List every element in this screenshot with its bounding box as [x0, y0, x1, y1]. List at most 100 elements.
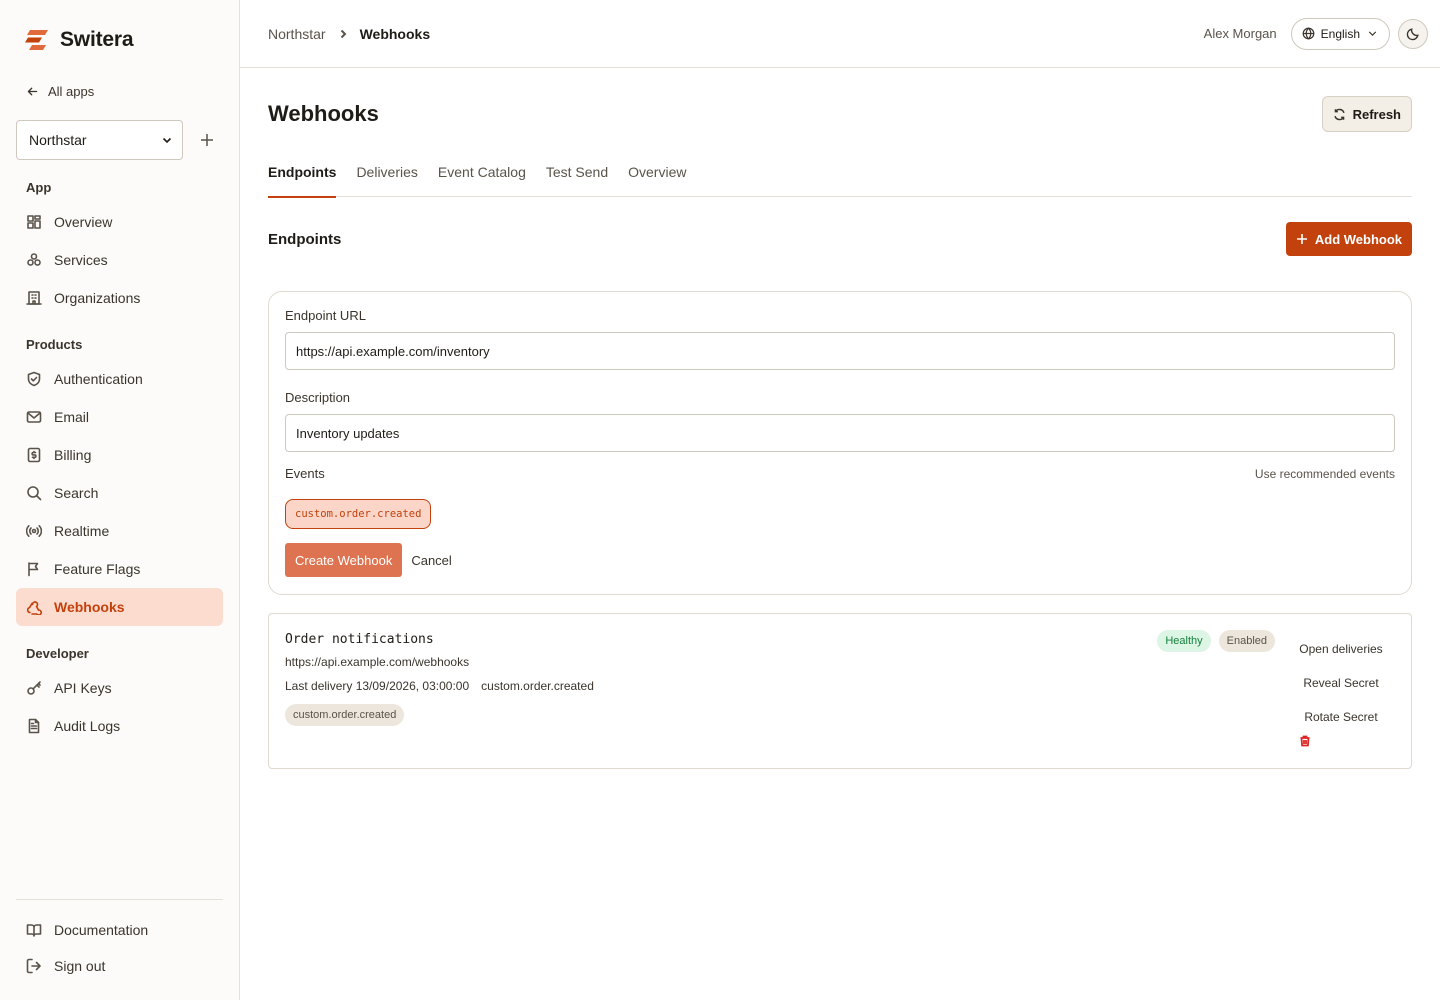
sidebar-item-organizations[interactable]: Organizations	[16, 279, 223, 317]
sidebar-item-authentication[interactable]: Authentication	[16, 360, 223, 398]
log-out-icon	[26, 958, 41, 974]
sidebar-item-audit-logs[interactable]: Audit Logs	[16, 707, 223, 745]
sidebar-item-realtime[interactable]: Realtime	[16, 512, 223, 550]
add-app-button[interactable]	[193, 126, 221, 154]
last-delivery: Last delivery 13/09/2026, 03:00:00	[285, 679, 470, 693]
main-area: Northstar Webhooks Alex Morgan English W…	[240, 0, 1440, 1000]
webhook-item: Order notifications https://api.example.…	[268, 613, 1412, 769]
plus-icon	[1296, 234, 1307, 244]
book-icon	[26, 924, 42, 937]
form-actions: Create Webhook Cancel	[285, 543, 1395, 577]
sidebar-item-label: Realtime	[54, 523, 110, 539]
sidebar-item-search[interactable]: Search	[16, 474, 223, 512]
status-badge: Healthy	[1157, 630, 1211, 652]
search-icon	[27, 486, 42, 501]
language-value: English	[1320, 26, 1360, 41]
sidebar-item-documentation[interactable]: Documentation	[16, 912, 223, 948]
tab-bar: Endpoints Deliveries Event Catalog Test …	[268, 164, 1412, 198]
tab-endpoints[interactable]: Endpoints	[268, 164, 337, 198]
sidebar-item-api-keys[interactable]: API Keys	[16, 669, 223, 707]
tab-deliveries[interactable]: Deliveries	[356, 164, 417, 197]
rotate-secret-button[interactable]: Rotate Secret	[1304, 700, 1377, 734]
selected-event-chip[interactable]: custom.order.created	[285, 499, 432, 529]
tab-test-send[interactable]: Test Send	[546, 164, 608, 197]
sidebar-item-label: Email	[54, 409, 90, 425]
moon-icon	[1406, 27, 1419, 40]
last-event: custom.order.created	[481, 679, 594, 693]
use-recommended-events-link[interactable]: Use recommended events	[1255, 467, 1395, 481]
delete-webhook-button[interactable]	[1299, 734, 1313, 748]
grid-icon	[27, 215, 41, 229]
sidebar-item-label: Sign out	[54, 958, 106, 974]
add-webhook-button[interactable]: Add Webhook	[1285, 222, 1412, 256]
brand-name: Switera	[60, 28, 134, 51]
plus-icon	[201, 134, 213, 146]
tab-overview[interactable]: Overview	[628, 164, 686, 197]
language-select[interactable]: English	[1290, 17, 1390, 50]
shield-check-icon	[27, 371, 41, 387]
sidebar-item-label: Documentation	[54, 922, 149, 938]
sidebar-item-label: Search	[54, 485, 99, 501]
breadcrumb-current: Webhooks	[359, 25, 431, 42]
receipt-icon	[27, 447, 41, 463]
brand-logo-icon	[25, 30, 48, 50]
all-apps-link[interactable]: All apps	[16, 80, 223, 102]
webhook-icon	[26, 601, 42, 615]
sidebar-item-billing[interactable]: Billing	[16, 436, 223, 474]
webhook-actions: Open deliveries Reveal Secret Rotate Sec…	[1287, 632, 1395, 734]
sidebar-item-label: Feature Flags	[54, 561, 141, 577]
theme-toggle-button[interactable]	[1398, 18, 1428, 49]
app-select-value: Northstar	[29, 132, 87, 148]
trash-icon	[1300, 735, 1310, 747]
user-name[interactable]: Alex Morgan	[1204, 26, 1277, 41]
app-shell: Switera All apps Northstar App Overview …	[0, 0, 1440, 1000]
section-label-app: App	[26, 180, 52, 195]
sidebar: Switera All apps Northstar App Overview …	[0, 0, 240, 1000]
sidebar-item-webhooks[interactable]: Webhooks	[16, 588, 223, 626]
endpoint-url-input[interactable]: https://api.example.com/inventory	[285, 332, 1395, 370]
app-select-row: Northstar	[16, 120, 223, 160]
topbar: Northstar Webhooks Alex Morgan English	[240, 0, 1440, 68]
sidebar-item-feature-flags[interactable]: Feature Flags	[16, 550, 223, 588]
chevron-right-icon	[340, 29, 346, 38]
webhook-url: https://api.example.com/webhooks	[285, 655, 470, 669]
broadcast-icon	[26, 525, 42, 537]
tab-event-catalog[interactable]: Event Catalog	[438, 164, 526, 197]
sidebar-item-label: Services	[54, 252, 108, 268]
sidebar-item-label: API Keys	[54, 680, 112, 696]
description-value: Inventory updates	[296, 425, 400, 441]
breadcrumb-app[interactable]: Northstar	[268, 26, 326, 42]
boxes-icon	[27, 253, 41, 266]
sidebar-item-label: Overview	[54, 214, 113, 230]
create-webhook-form: Endpoint URL https://api.example.com/inv…	[268, 291, 1412, 595]
webhook-badges: Healthy Enabled	[1157, 630, 1275, 652]
refresh-button[interactable]: Refresh	[1321, 96, 1412, 132]
cancel-button[interactable]: Cancel	[411, 553, 451, 568]
webhook-meta: Last delivery 13/09/2026, 03:00:00 custo…	[285, 679, 1395, 693]
sidebar-item-overview[interactable]: Overview	[16, 203, 223, 241]
topbar-actions: Alex Morgan English	[1204, 17, 1428, 50]
description-input[interactable]: Inventory updates	[285, 414, 1395, 452]
endpoint-url-value: https://api.example.com/inventory	[296, 343, 490, 359]
endpoints-title: Endpoints	[268, 230, 342, 248]
reveal-secret-button[interactable]: Reveal Secret	[1303, 666, 1378, 700]
sidebar-item-sign-out[interactable]: Sign out	[16, 948, 223, 984]
sidebar-item-label: Webhooks	[54, 599, 125, 615]
sidebar-item-email[interactable]: Email	[16, 398, 223, 436]
sidebar-item-label: Billing	[54, 447, 92, 463]
create-webhook-button[interactable]: Create Webhook	[285, 543, 403, 577]
globe-icon	[1302, 27, 1315, 40]
page-title: Webhooks	[268, 101, 379, 126]
sidebar-item-label: Organizations	[54, 290, 141, 306]
events-row: Events Use recommended events	[285, 466, 1395, 482]
building-icon	[26, 291, 42, 305]
refresh-label: Refresh	[1352, 106, 1401, 122]
sidebar-footer: Documentation Sign out	[16, 899, 223, 984]
open-deliveries-button[interactable]: Open deliveries	[1299, 632, 1382, 666]
sidebar-item-label: Authentication	[54, 371, 143, 387]
flag-icon	[28, 562, 39, 577]
brand[interactable]: Switera	[16, 0, 223, 80]
page-header: Webhooks Refresh	[268, 96, 1412, 132]
sidebar-item-services[interactable]: Services	[16, 241, 223, 279]
app-select[interactable]: Northstar	[16, 120, 183, 160]
